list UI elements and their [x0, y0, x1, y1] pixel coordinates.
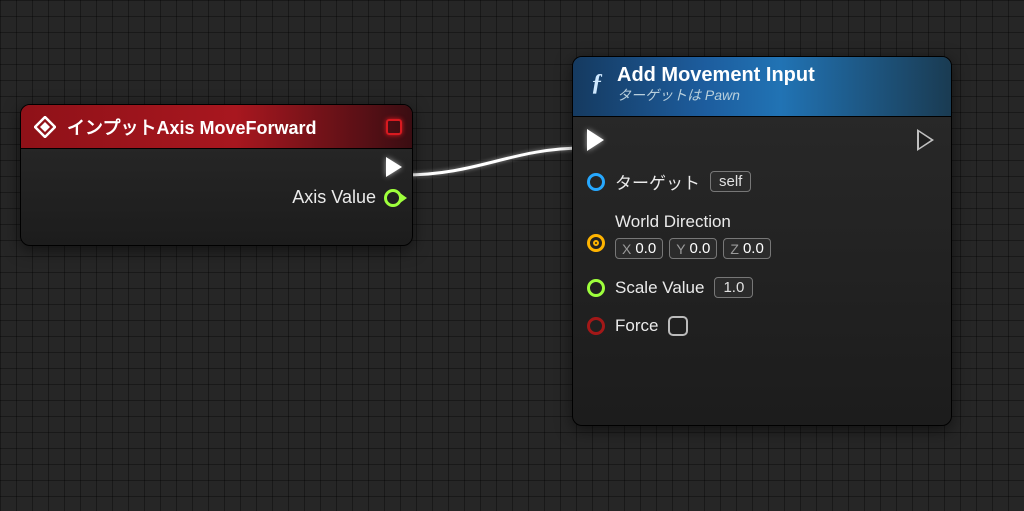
- function-node-add-movement-input[interactable]: ƒ Add Movement Input ターゲットは Pawn ターゲット s…: [572, 56, 952, 426]
- axis-label-x: X: [622, 241, 631, 257]
- function-titles: Add Movement Input ターゲットは Pawn: [617, 63, 815, 104]
- axis-label-z: Z: [730, 241, 739, 257]
- world-direction-z-field[interactable]: Z 0.0: [723, 238, 770, 259]
- event-node-header[interactable]: インプットAxis MoveForward: [21, 105, 412, 149]
- exec-out-pin[interactable]: [917, 129, 937, 151]
- function-subtitle: ターゲットは Pawn: [617, 87, 815, 104]
- target-label: ターゲット: [615, 169, 700, 194]
- event-node-input-axis[interactable]: インプットAxis MoveForward Axis Value: [20, 104, 413, 246]
- force-pin[interactable]: [587, 317, 605, 335]
- axis-value-label: Axis Value: [292, 187, 376, 208]
- force-checkbox[interactable]: [668, 316, 688, 336]
- delegate-pin[interactable]: [386, 119, 402, 135]
- target-value[interactable]: self: [710, 171, 751, 192]
- world-direction-x-field[interactable]: X 0.0: [615, 238, 663, 259]
- force-row: Force: [587, 316, 937, 336]
- event-icon: [31, 113, 59, 141]
- world-direction-label: World Direction: [615, 212, 771, 232]
- world-direction-z: 0.0: [743, 240, 764, 257]
- axis-label-y: Y: [676, 241, 685, 257]
- blueprint-graph-canvas[interactable]: インプットAxis MoveForward Axis Value ƒ Add M…: [0, 0, 1024, 511]
- world-direction-y: 0.0: [690, 240, 711, 257]
- force-label: Force: [615, 316, 658, 336]
- axis-value-output-row: Axis Value: [31, 187, 402, 208]
- event-node-body: Axis Value: [21, 149, 412, 222]
- target-row: ターゲット self: [587, 169, 937, 194]
- function-icon: ƒ: [585, 63, 609, 103]
- scale-value-row: Scale Value 1.0: [587, 277, 937, 298]
- scale-value-label: Scale Value: [615, 278, 704, 298]
- world-direction-x: 0.0: [635, 240, 656, 257]
- exec-out-pin[interactable]: [386, 157, 402, 177]
- exec-output-row: [31, 157, 402, 177]
- world-direction-pin[interactable]: [587, 234, 605, 252]
- scale-value-field[interactable]: 1.0: [714, 277, 753, 298]
- exec-in-pin[interactable]: [587, 129, 604, 151]
- target-pin[interactable]: [587, 173, 605, 191]
- exec-row: [587, 129, 937, 151]
- event-title: インプットAxis MoveForward: [67, 114, 317, 140]
- world-direction-y-field[interactable]: Y 0.0: [669, 238, 717, 259]
- world-direction-group: World Direction X 0.0 Y 0.0 Z 0.0: [615, 212, 771, 259]
- scale-value-pin[interactable]: [587, 279, 605, 297]
- function-node-body: ターゲット self World Direction X 0.0 Y 0: [573, 117, 951, 348]
- world-direction-row: World Direction X 0.0 Y 0.0 Z 0.0: [587, 212, 937, 259]
- function-node-header[interactable]: ƒ Add Movement Input ターゲットは Pawn: [573, 57, 951, 117]
- axis-value-pin[interactable]: [384, 189, 402, 207]
- world-direction-fields: X 0.0 Y 0.0 Z 0.0: [615, 238, 771, 259]
- function-title: Add Movement Input: [617, 63, 815, 87]
